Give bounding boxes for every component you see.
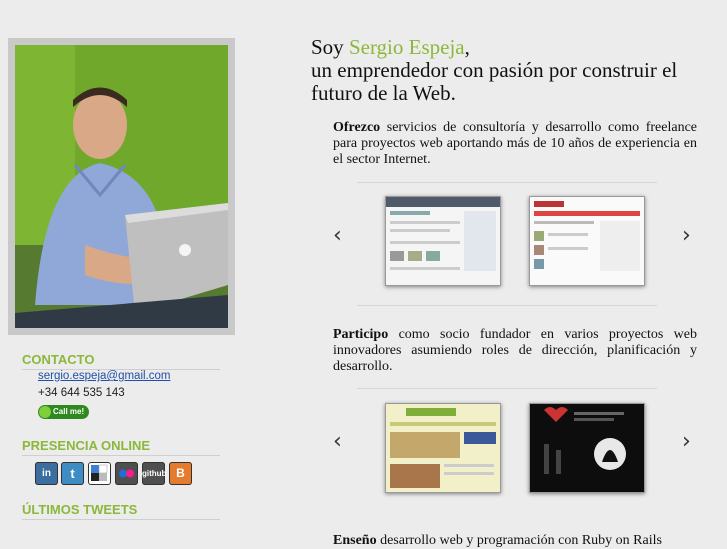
divider <box>357 182 657 183</box>
teach-bold: Enseño <box>333 533 377 548</box>
participate-bold: Participo <box>333 327 389 342</box>
divider <box>357 305 657 306</box>
headline-suffix: , <box>464 35 470 59</box>
carousel-next-icon[interactable]: › <box>682 225 691 247</box>
email-link[interactable]: sergio.espeja@gmail.com <box>38 370 170 382</box>
project-thumbnail[interactable] <box>529 196 645 286</box>
online-presence-title: PRESENCIA ONLINE <box>22 438 220 456</box>
headline-prefix: Soy <box>311 35 349 59</box>
offer-text: servicios de consultoría y desarrollo co… <box>333 120 697 167</box>
blogger-icon[interactable]: B <box>169 462 192 485</box>
latest-tweets-title: ÚLTIMOS TWEETS <box>22 502 220 520</box>
headline-name: Sergio Espeja <box>348 35 465 59</box>
headline: Soy Sergio Espeja, un emprendedor con pa… <box>311 36 721 105</box>
linkedin-icon[interactable]: in <box>35 462 58 485</box>
carousel-next-icon[interactable]: › <box>682 431 691 453</box>
profile-photo <box>15 45 228 328</box>
project-thumbnail[interactable] <box>385 196 501 286</box>
carousel-prev-icon[interactable]: ‹ <box>333 431 342 453</box>
flickr-icon[interactable] <box>115 462 138 485</box>
github-icon[interactable]: github <box>142 462 166 485</box>
participate-paragraph: Participo como socio fundador en varios … <box>333 327 697 375</box>
carousel-prev-icon[interactable]: ‹ <box>333 225 342 247</box>
teach-paragraph: Enseño desarrollo web y programación con… <box>333 533 713 549</box>
call-me-label: Call me! <box>53 407 85 416</box>
headline-line-3: futuro de la Web. <box>311 81 456 105</box>
call-me-button[interactable]: Call me! <box>38 405 89 419</box>
phone-number: +34 644 535 143 <box>38 387 125 399</box>
offer-paragraph: Ofrezco servicios de consultoría y desar… <box>333 120 697 168</box>
participate-text: como socio fundador en varios proyectos … <box>333 327 697 374</box>
offer-bold: Ofrezco <box>333 120 381 135</box>
phone-icon <box>39 406 51 418</box>
project-thumbnail[interactable] <box>529 403 645 493</box>
divider <box>357 388 657 389</box>
twitter-icon[interactable]: t <box>61 462 84 485</box>
delicious-icon[interactable] <box>88 462 111 485</box>
contact-title: CONTACTO <box>22 352 220 370</box>
profile-photo-frame <box>8 38 235 335</box>
teach-text: desarrollo web y programación con Ruby o… <box>376 533 662 548</box>
project-thumbnail[interactable] <box>385 403 501 493</box>
headline-line-2: un emprendedor con pasión por construir … <box>311 58 678 82</box>
